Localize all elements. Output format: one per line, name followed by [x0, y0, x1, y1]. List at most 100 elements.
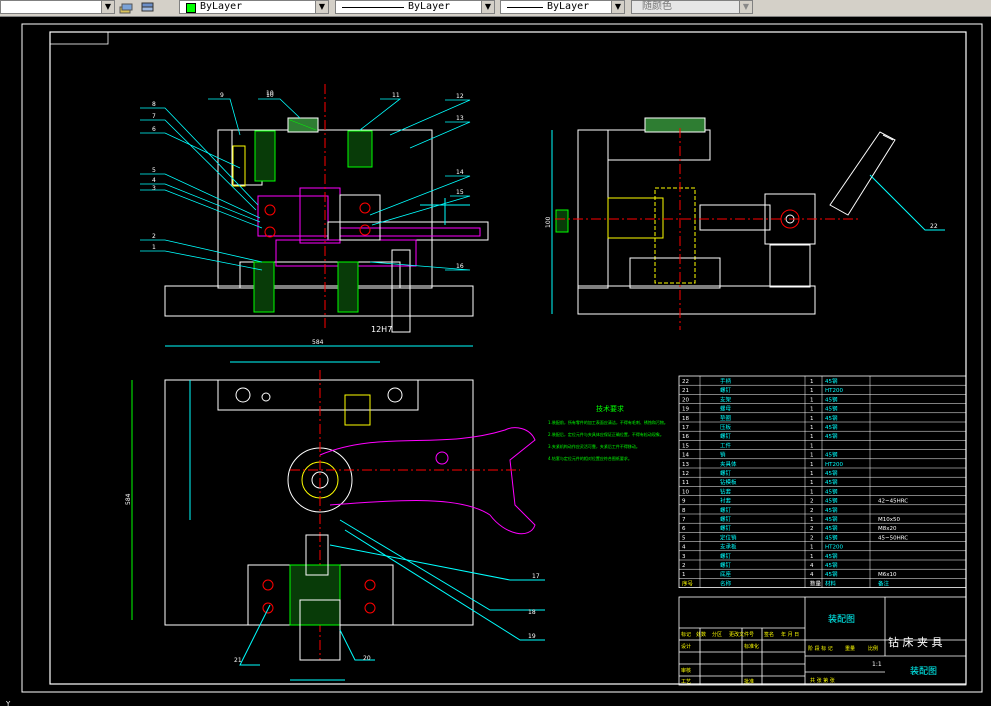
bom-cell-mat: 45钢	[825, 405, 838, 413]
tech-req-line-2: 2.装配后，定位元件与夹具体应保证正确位置，不得有松动现象。	[548, 431, 664, 437]
bom-cell-name: 衬套	[720, 497, 732, 505]
bom-cell-no: 3	[682, 554, 686, 560]
tb-stage: 阶 段 标 记	[808, 645, 833, 652]
bom-cell-no: 5	[682, 535, 686, 541]
bom-cell-qty: 1	[810, 471, 814, 477]
bom-cell-no: 11	[682, 480, 689, 486]
bom-table: 22 手柄 1 45钢21 螺钉 1 HT20020 支架 1 45钢19 螺母 1 45钢18 垫圈 1 4…	[678, 375, 967, 589]
bom-cell-mat: 45钢	[825, 561, 838, 569]
tb-label-sign: 签名	[764, 631, 774, 638]
svg-text:12: 12	[456, 93, 464, 100]
bom-cell-mat: 45钢	[825, 414, 838, 422]
bom-cell-qty: 1	[810, 379, 814, 385]
svg-text:18: 18	[528, 609, 536, 616]
bom-cell-mat: 45钢	[825, 506, 838, 514]
svg-text:16: 16	[456, 263, 464, 270]
bom-cell-no: 14	[682, 453, 689, 459]
bom-cell-no: 8	[682, 508, 686, 514]
bom-cell-no: 22	[682, 379, 689, 385]
bom-cell-note: M10x50	[878, 517, 900, 523]
bom-cell-name: 底座	[720, 570, 732, 578]
side-view: 100 22	[545, 117, 945, 330]
bom-cell-name: 螺钉	[720, 469, 732, 477]
bom-cell-no: 2	[682, 563, 686, 569]
bom-cell-no: 1	[682, 572, 686, 578]
part-name: 钻 床 夹 具	[888, 635, 943, 649]
tb-sheet: 共 张 第 张	[810, 677, 835, 684]
svg-text:5: 5	[152, 167, 156, 174]
dim-12h7: 12H7	[371, 325, 392, 334]
bom-cell-qty: 1	[810, 517, 814, 523]
tech-req-line-4: 4.钻套与定位元件的相对位置应符合图纸要求。	[548, 455, 632, 461]
bom-cell-qty: 1	[810, 545, 814, 551]
title-block-text: 装配图 钻 床 夹 具 装配图 1:1 标记 处数 分区 更改文件号 签名 年 …	[681, 613, 943, 685]
bom-cell-mat: 45钢	[825, 451, 838, 459]
bom-cell-qty: 1	[810, 462, 814, 468]
dim-584: 584	[312, 339, 324, 346]
bom-cell-qty: 1	[810, 416, 814, 422]
scale: 1:1	[872, 661, 882, 668]
bom-cell-qty: 4	[810, 563, 814, 569]
bom-cell-mat: HT200	[825, 388, 843, 394]
svg-text:15: 15	[456, 189, 464, 196]
leader-22	[869, 174, 945, 231]
bom-cell-mat: HT200	[825, 545, 843, 551]
bom-cell-qty: 1	[810, 388, 814, 394]
bom-cell-no: 21	[682, 388, 689, 394]
bom-cell-name: 压板	[720, 423, 732, 431]
tb-process: 工艺	[681, 679, 691, 685]
bom-cell-no: 16	[682, 434, 689, 440]
svg-text:4: 4	[152, 177, 156, 184]
bom-cell-name: 螺钉	[720, 524, 732, 532]
bom-cell-qty: 1	[810, 480, 814, 486]
bom-cell-qty: 4	[810, 572, 814, 578]
bom-cell-name: 工件	[720, 441, 732, 449]
bom-cell-name: 螺钉	[720, 552, 732, 560]
technical-requirements: 技术要求 1.装配前，所有零件的加工表面应清洁，不得有毛刺、锈蚀和污物。 2.装…	[548, 404, 668, 461]
svg-text:21: 21	[234, 657, 242, 664]
bom-cell-qty: 2	[810, 499, 814, 505]
bom-cell-qty: 1	[810, 453, 814, 459]
bom-cell-no: 12	[682, 471, 689, 477]
tb-review: 审核	[681, 667, 691, 674]
balloon-22: 22	[930, 223, 938, 230]
svg-text:1: 1	[152, 244, 156, 251]
svg-text:10: 10	[266, 92, 274, 99]
bom-cell-name: 支承板	[720, 543, 737, 551]
tb-approve: 批准	[744, 678, 754, 685]
bom-cell-qty: 2	[810, 535, 814, 541]
svg-text:17: 17	[532, 573, 540, 580]
svg-text:6: 6	[152, 126, 156, 133]
bom-cell-name: 垫圈	[720, 414, 732, 422]
tb-design: 设计	[681, 643, 691, 650]
bom-cell-name: 钻套	[720, 487, 732, 495]
bom-cell-qty: 1	[810, 489, 814, 495]
bom-cell-no: 13	[682, 462, 689, 468]
tech-req-line-1: 1.装配前，所有零件的加工表面应清洁，不得有毛刺、锈蚀和污物。	[548, 419, 668, 425]
svg-text:20: 20	[363, 655, 371, 662]
bom-cell-no: 7	[682, 517, 686, 523]
tb-label-change: 更改文件号	[729, 631, 754, 638]
svg-text:13: 13	[456, 115, 464, 122]
drawing-canvas[interactable]: 12H7 10 8 7 6 5 4 3 2 1 9 10 11 12 13 14	[0, 0, 991, 706]
code-box	[49, 31, 109, 45]
tb-label-mark: 标记	[681, 631, 691, 638]
bom-cell-mat: 45钢	[825, 377, 838, 385]
bom-cell-name: 支架	[720, 395, 732, 403]
bom-cell-mat: 45钢	[825, 432, 838, 440]
bom-cell-mat: 45钢	[825, 524, 838, 532]
svg-text:11: 11	[392, 92, 400, 99]
svg-text:3: 3	[152, 185, 156, 192]
bom-cell-no: 17	[682, 425, 689, 431]
svg-text:7: 7	[152, 113, 156, 120]
bom-cell-mat: 45钢	[825, 487, 838, 495]
bom-cell-mat: 45钢	[825, 478, 838, 486]
bom-cell-no: 18	[682, 416, 689, 422]
bom-cell-name: 夹具体	[720, 460, 737, 468]
bom-header-no: 序号	[682, 579, 694, 587]
bom-cell-name: 定位销	[720, 533, 737, 541]
tb-weight: 重量	[845, 645, 855, 652]
bom-cell-no: 20	[682, 397, 689, 403]
bom-cell-mat: 45钢	[825, 395, 838, 403]
bom-cell-name: 螺钉	[720, 506, 732, 514]
